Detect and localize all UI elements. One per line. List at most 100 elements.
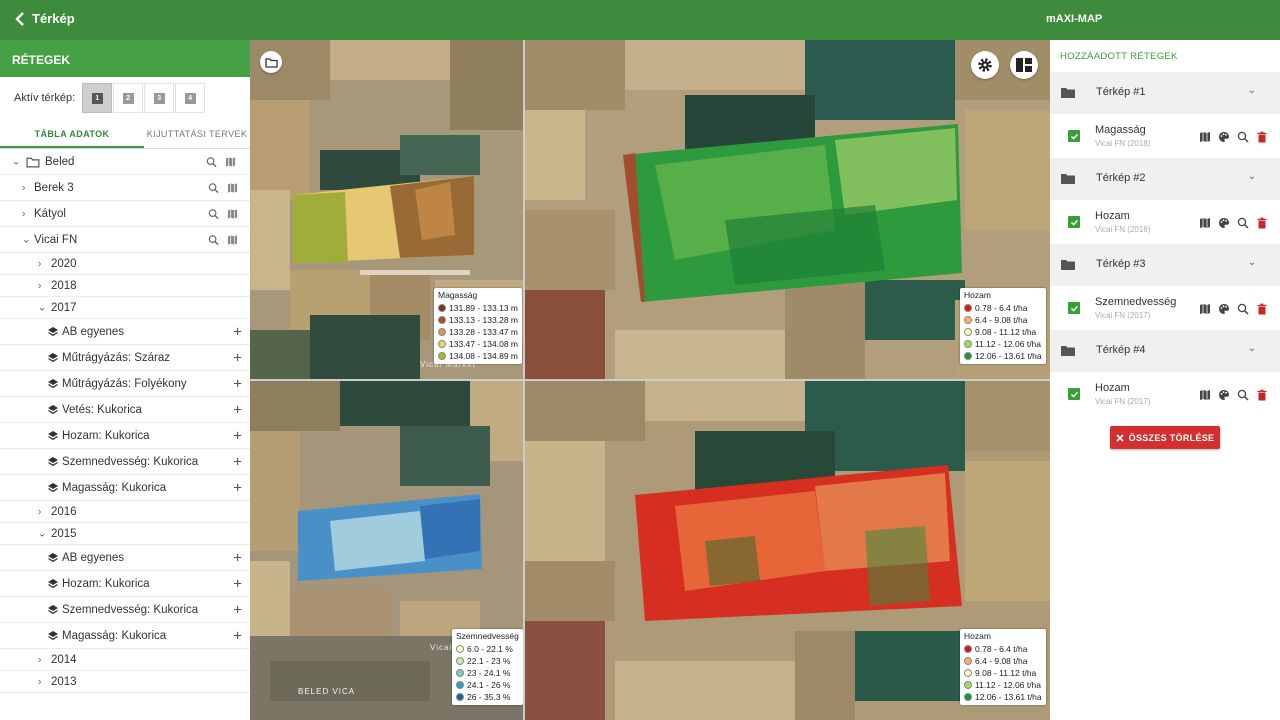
clear-all-button[interactable]: ÖSSZES TÖRLÉSE (1110, 426, 1220, 449)
zoom-icon[interactable] (1237, 389, 1249, 401)
add-layer-button[interactable]: + (233, 401, 242, 418)
tree-year[interactable]: › 2016 (0, 501, 250, 523)
chevron-right-icon[interactable]: › (38, 676, 41, 687)
map-2[interactable]: Hozam 0.78 - 6.4 t/ha 6.4 - 9.08 t/ha 9.… (525, 40, 1050, 379)
map-button-3[interactable]: 3 (144, 83, 175, 113)
map-icon[interactable] (1199, 303, 1211, 315)
add-layer-button[interactable]: + (233, 627, 242, 644)
map-icon[interactable] (227, 234, 238, 245)
add-layer-button[interactable]: + (233, 375, 242, 392)
zoom-icon[interactable] (1237, 131, 1249, 143)
trash-icon[interactable] (1256, 389, 1268, 401)
add-layer-button[interactable]: + (233, 549, 242, 566)
zoom-icon[interactable] (1237, 217, 1249, 229)
map-group-2[interactable]: Térkép #2 ⌄ (1050, 158, 1280, 200)
trash-icon[interactable] (1256, 303, 1268, 315)
map-group-4[interactable]: Térkép #4 ⌄ (1050, 330, 1280, 372)
map-icon[interactable] (1199, 389, 1211, 401)
map-icon[interactable] (225, 156, 236, 167)
palette-icon[interactable] (1218, 303, 1230, 315)
map-group-3[interactable]: Térkép #3 ⌄ (1050, 244, 1280, 286)
zoom-icon[interactable] (1237, 303, 1249, 315)
tree-label: Beled (45, 155, 75, 168)
layer-checkbox[interactable] (1068, 388, 1080, 400)
map-group-1[interactable]: Térkép #1 ⌄ (1050, 72, 1280, 114)
map-icon[interactable] (1199, 131, 1211, 143)
tree-farm[interactable]: › Kátyol (0, 201, 250, 227)
map-icon[interactable] (227, 182, 238, 193)
map-1[interactable]: Vicai Market Magasság 131.89 - 133.13 m … (250, 40, 523, 379)
tree-farm[interactable]: ⌄ Vicai FN (0, 227, 250, 253)
layer-checkbox[interactable] (1068, 302, 1080, 314)
chevron-down-icon[interactable]: ⌄ (1248, 343, 1256, 354)
map-icon[interactable] (1199, 217, 1211, 229)
tree-year[interactable]: ⌄ 2015 (0, 523, 250, 545)
tree-root-beled[interactable]: ⌄ Beled (0, 149, 250, 175)
tree-layer[interactable]: Hozam: Kukorica + (0, 571, 250, 597)
tree-layer[interactable]: Hozam: Kukorica + (0, 423, 250, 449)
tree-year[interactable]: › 2014 (0, 649, 250, 671)
chevron-down-icon[interactable]: ⌄ (22, 234, 30, 245)
add-layer-button[interactable]: + (233, 427, 242, 444)
tree-label: Kátyol (34, 207, 66, 220)
layout-button[interactable] (1010, 51, 1038, 79)
add-layer-button[interactable]: + (233, 453, 242, 470)
layer-checkbox[interactable] (1068, 216, 1080, 228)
tree-layer[interactable]: Szemnedvesség: Kukorica + (0, 449, 250, 475)
tree-year[interactable]: › 2013 (0, 671, 250, 693)
add-layer-button[interactable]: + (233, 601, 242, 618)
layers-icon (48, 552, 58, 562)
tab-field-data[interactable]: TÁBLA ADATOK (0, 119, 144, 148)
tree-layer[interactable]: Magasság: Kukorica + (0, 475, 250, 501)
chevron-down-icon[interactable]: ⌄ (1248, 171, 1256, 182)
tree-layer[interactable]: Műtrágyázás: Száraz + (0, 345, 250, 371)
tree-layer[interactable]: AB egyenes + (0, 319, 250, 345)
chevron-right-icon[interactable]: › (38, 280, 41, 291)
back-button[interactable]: Térkép (14, 11, 75, 26)
trash-icon[interactable] (1256, 217, 1268, 229)
zoom-icon[interactable] (206, 156, 217, 167)
chevron-right-icon[interactable]: › (38, 654, 41, 665)
chevron-down-icon[interactable]: ⌄ (1248, 85, 1256, 96)
settings-button[interactable] (971, 51, 999, 79)
legend-item: 6.4 - 9.08 t/ha (964, 655, 1042, 667)
tree-year[interactable]: › 2020 (0, 253, 250, 275)
zoom-icon[interactable] (208, 208, 219, 219)
zoom-icon[interactable] (208, 182, 219, 193)
tree-year[interactable]: › 2018 (0, 275, 250, 297)
tree-layer[interactable]: Vetés: Kukorica + (0, 397, 250, 423)
map-icon[interactable] (227, 208, 238, 219)
tree-layer[interactable]: AB egyenes + (0, 545, 250, 571)
tree-farm[interactable]: › Berek 3 (0, 175, 250, 201)
chevron-right-icon[interactable]: › (38, 258, 41, 269)
tree-layer[interactable]: Magasság: Kukorica + (0, 623, 250, 649)
folder-button[interactable] (260, 51, 282, 73)
tree-layer[interactable]: Szemnedvesség: Kukorica + (0, 597, 250, 623)
chevron-right-icon[interactable]: › (38, 506, 41, 517)
map-button-1[interactable]: 1 (82, 83, 113, 113)
trash-icon[interactable] (1256, 131, 1268, 143)
chevron-down-icon[interactable]: ⌄ (38, 302, 46, 313)
chevron-right-icon[interactable]: › (22, 208, 25, 219)
zoom-icon[interactable] (208, 234, 219, 245)
add-layer-button[interactable]: + (233, 575, 242, 592)
map-4[interactable]: Hozam 0.78 - 6.4 t/ha 6.4 - 9.08 t/ha 9.… (525, 381, 1050, 720)
map-button-4[interactable]: 4 (175, 83, 206, 113)
tree-layer[interactable]: Műtrágyázás: Folyékony + (0, 371, 250, 397)
tree-year[interactable]: ⌄ 2017 (0, 297, 250, 319)
add-layer-button[interactable]: + (233, 349, 242, 366)
chevron-down-icon[interactable]: ⌄ (12, 156, 20, 167)
chevron-down-icon[interactable]: ⌄ (1248, 257, 1256, 268)
layer-checkbox[interactable] (1068, 130, 1080, 142)
add-layer-button[interactable]: + (233, 323, 242, 340)
map-button-2[interactable]: 2 (113, 83, 144, 113)
chevron-right-icon[interactable]: › (22, 182, 25, 193)
map-3[interactable]: BELED VICA Vicai Market B Szemnedvesség … (250, 381, 523, 720)
tab-application-plans[interactable]: KIJUTTATÁSI TERVEK (144, 119, 250, 148)
palette-icon[interactable] (1218, 217, 1230, 229)
legend-swatch (438, 340, 446, 348)
chevron-down-icon[interactable]: ⌄ (38, 528, 46, 539)
add-layer-button[interactable]: + (233, 479, 242, 496)
palette-icon[interactable] (1218, 389, 1230, 401)
palette-icon[interactable] (1218, 131, 1230, 143)
